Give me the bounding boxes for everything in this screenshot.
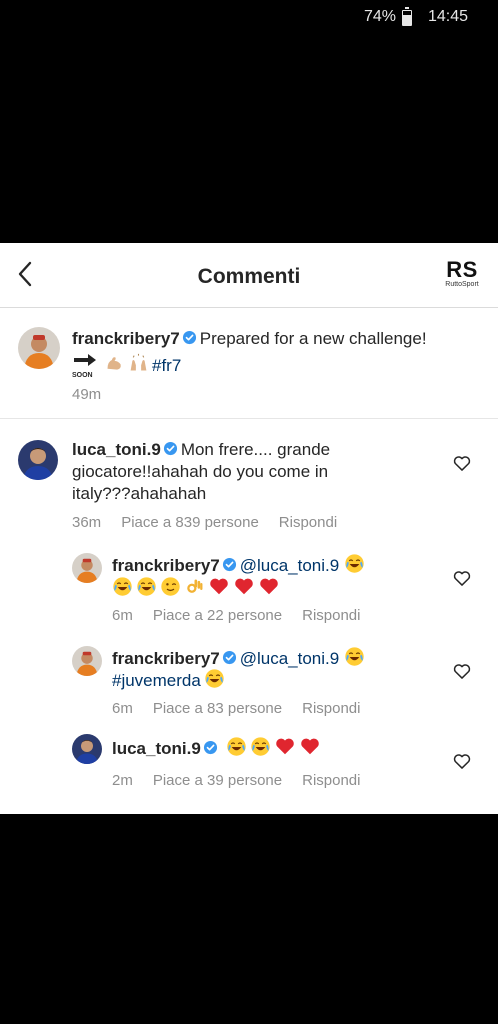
face-with-tears-of-joy-icon bbox=[344, 646, 365, 667]
caption-line-2: SOON #fr7 bbox=[72, 351, 181, 379]
caption-meta: 49m bbox=[72, 386, 121, 403]
reply-time: 6m bbox=[112, 607, 133, 624]
battery-icon bbox=[402, 7, 412, 26]
comment-username[interactable]: luca_toni.9 bbox=[72, 440, 161, 459]
comment-line-2: giocatore!!ahahah do you come in bbox=[72, 462, 329, 481]
reply-time: 2m bbox=[112, 772, 133, 789]
logo-subtitle: RuttoSport bbox=[445, 281, 479, 288]
flexed-biceps-icon bbox=[104, 353, 125, 374]
ok-hand-icon bbox=[184, 576, 205, 597]
like-count-link[interactable]: Piace a 839 persone bbox=[121, 514, 259, 531]
watermark-logo: RS RuttoSport bbox=[440, 259, 484, 289]
post-caption: franckribery7 Prepared for a new challeng… bbox=[0, 308, 498, 419]
caption-username[interactable]: franckribery7 bbox=[72, 329, 180, 348]
reply-line-1: luca_toni.9 bbox=[112, 735, 324, 760]
reply-link[interactable]: Rispondi bbox=[302, 607, 360, 624]
caption-line-1: franckribery7 Prepared for a new challeng… bbox=[72, 328, 427, 350]
reply-line-2: #juvemerda bbox=[112, 668, 228, 692]
comment-text: Mon frere.... grande bbox=[180, 440, 331, 459]
comment-time: 36m bbox=[72, 514, 102, 531]
reply-line-1: franckribery7 @luca_toni.9 bbox=[112, 646, 368, 670]
reply-meta: 6m Piace a 22 persone Rispondi bbox=[112, 607, 380, 624]
comment-line-3: italy???ahahahah bbox=[72, 484, 207, 503]
heart-outline-icon[interactable] bbox=[452, 751, 472, 771]
reply-link[interactable]: Rispondi bbox=[279, 514, 337, 531]
reply-time: 6m bbox=[112, 700, 133, 717]
red-heart-icon bbox=[274, 735, 296, 757]
face-with-tears-of-joy-icon bbox=[250, 736, 271, 757]
verified-badge-icon bbox=[163, 441, 178, 456]
reply-meta: 6m Piace a 83 persone Rispondi bbox=[112, 700, 380, 717]
reply-meta: 2m Piace a 39 persone Rispondi bbox=[112, 772, 380, 789]
logo-mark: RS bbox=[446, 257, 478, 282]
avatar[interactable] bbox=[18, 327, 60, 369]
like-count-link[interactable]: Piace a 83 persone bbox=[153, 700, 282, 717]
reply-username[interactable]: franckribery7 bbox=[112, 556, 220, 575]
caption-time: 49m bbox=[72, 386, 102, 403]
header: Commenti RS RuttoSport bbox=[0, 243, 498, 308]
raising-hands-icon bbox=[128, 353, 149, 374]
verified-badge-icon bbox=[222, 650, 237, 665]
red-heart-icon bbox=[299, 735, 321, 757]
face-with-tears-of-joy-icon bbox=[112, 576, 133, 597]
heart-outline-icon[interactable] bbox=[452, 568, 472, 588]
comment-line-1: luca_toni.9 Mon frere.... grande bbox=[72, 439, 330, 461]
reply-username[interactable]: franckribery7 bbox=[112, 649, 220, 668]
reply-line-1: franckribery7 @luca_toni.9 bbox=[112, 553, 368, 577]
status-bar: 74% 14:45 bbox=[0, 0, 498, 34]
verified-badge-icon bbox=[222, 557, 237, 572]
page-title: Commenti bbox=[197, 265, 301, 288]
reply-link[interactable]: Rispondi bbox=[302, 700, 360, 717]
clock: 14:45 bbox=[427, 8, 468, 25]
heart-outline-icon[interactable] bbox=[452, 453, 472, 473]
comments-panel: Commenti RS RuttoSport franckribery7 Prep… bbox=[0, 243, 498, 814]
reply-mention[interactable]: @luca_toni.9 bbox=[240, 649, 340, 668]
red-heart-icon bbox=[208, 575, 230, 597]
verified-badge-icon bbox=[182, 330, 197, 345]
reply-username[interactable]: luca_toni.9 bbox=[112, 739, 201, 758]
avatar[interactable] bbox=[72, 553, 102, 583]
face-with-tears-of-joy-icon bbox=[204, 668, 225, 689]
face-with-tears-of-joy-icon bbox=[344, 553, 365, 574]
face-with-tears-of-joy-icon bbox=[136, 576, 157, 597]
reply-mention[interactable]: @luca_toni.9 bbox=[240, 556, 340, 575]
face-with-tears-of-joy-icon bbox=[226, 736, 247, 757]
winking-face-icon bbox=[160, 576, 181, 597]
red-heart-icon bbox=[258, 575, 280, 597]
reply-link[interactable]: Rispondi bbox=[302, 772, 360, 789]
like-count-link[interactable]: Piace a 22 persone bbox=[153, 607, 282, 624]
caption-hashtag[interactable]: #fr7 bbox=[152, 356, 181, 375]
caption-text: Prepared for a new challenge! bbox=[199, 329, 427, 348]
red-heart-icon bbox=[233, 575, 255, 597]
avatar[interactable] bbox=[72, 734, 102, 764]
battery-percentage: 74% bbox=[363, 8, 396, 25]
soon-arrow-icon: SOON bbox=[72, 351, 98, 379]
reply-hashtag[interactable]: #juvemerda bbox=[112, 671, 201, 690]
reply-line-2 bbox=[112, 575, 283, 600]
verified-badge-icon bbox=[203, 740, 218, 755]
comment-meta: 36m Piace a 839 persone Rispondi bbox=[72, 514, 357, 531]
soon-label: SOON bbox=[72, 372, 93, 379]
like-count-link[interactable]: Piace a 39 persone bbox=[153, 772, 282, 789]
heart-outline-icon[interactable] bbox=[452, 661, 472, 681]
avatar[interactable] bbox=[18, 440, 58, 480]
avatar[interactable] bbox=[72, 646, 102, 676]
